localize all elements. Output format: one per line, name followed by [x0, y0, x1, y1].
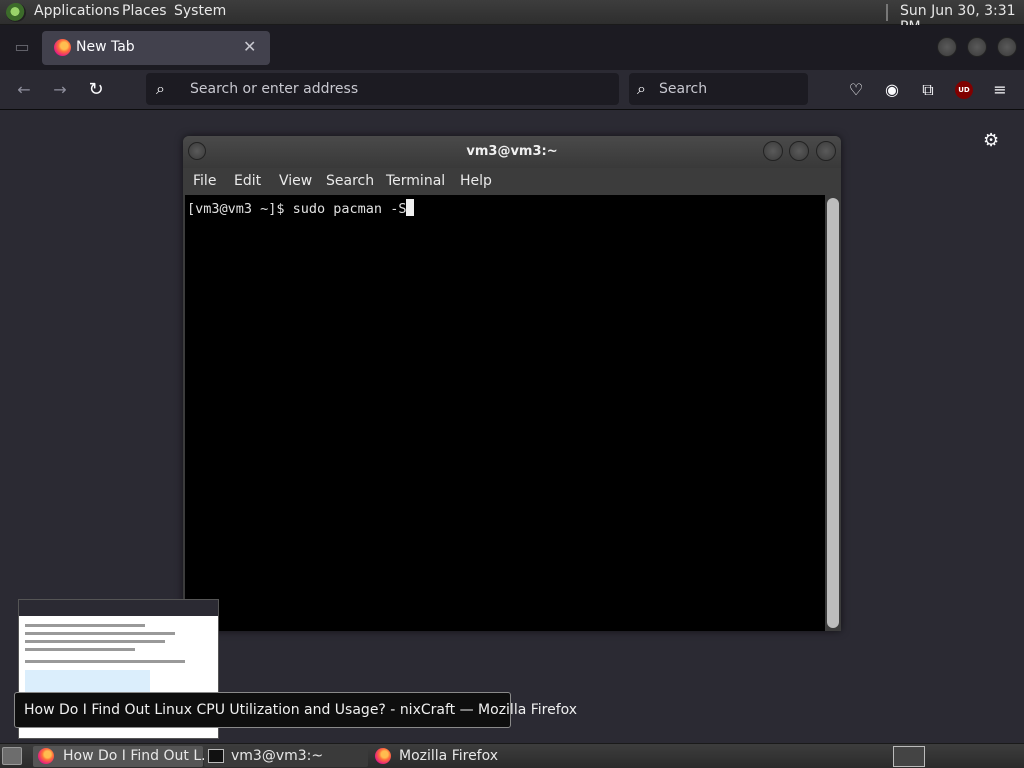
ublock-icon[interactable]: UD	[955, 81, 973, 99]
panel-handle	[886, 4, 888, 21]
workspace-switcher[interactable]	[893, 746, 925, 767]
taskbar-item-terminal[interactable]: vm3@vm3:~	[204, 746, 368, 767]
settings-gear-icon[interactable]: ⚙	[983, 130, 999, 151]
menu-places[interactable]: Places	[122, 3, 167, 19]
window-maximize-button[interactable]	[967, 37, 987, 57]
taskbar-label: vm3@vm3:~	[231, 748, 324, 764]
menu-help[interactable]: Help	[460, 173, 492, 189]
terminal-menubar: File Edit View Search Terminal Help	[183, 168, 841, 194]
back-icon[interactable]: ←	[12, 78, 36, 102]
account-icon[interactable]: ◉	[880, 78, 904, 102]
window-tooltip: How Do I Find Out Linux CPU Utilization …	[14, 692, 577, 728]
taskbar-label: Mozilla Firefox	[399, 748, 499, 764]
menu-view[interactable]: View	[279, 173, 312, 189]
firefox-icon	[54, 39, 71, 56]
search-icon: ⌕	[637, 79, 646, 98]
tooltip-text: How Do I Find Out Linux CPU Utilization …	[24, 702, 578, 718]
tab-title: New Tab	[76, 39, 135, 55]
window-minimize-button[interactable]	[937, 37, 957, 57]
window-close-button[interactable]	[997, 37, 1017, 57]
bottom-panel: How Do I Find Out L... vm3@vm3:~ Mozilla…	[0, 743, 1024, 768]
app-menu-icon[interactable]: ≡	[988, 78, 1012, 102]
menu-edit[interactable]: Edit	[234, 173, 261, 189]
menu-terminal[interactable]: Terminal	[386, 173, 445, 189]
terminal-window[interactable]: vm3@vm3:~ File Edit View Search Terminal…	[183, 136, 841, 631]
menu-file[interactable]: File	[193, 173, 216, 189]
terminal-line: [vm3@vm3 ~]$ sudo pacman -S	[187, 199, 415, 217]
thumbnail-note-box	[25, 670, 150, 692]
top-panel: Applications Places System Sun Jun 30, 3…	[0, 0, 1024, 35]
menu-system[interactable]: System	[174, 3, 226, 19]
terminal-close-button[interactable]	[816, 141, 836, 161]
url-placeholder: Search or enter address	[190, 81, 359, 97]
thumbnail-line	[25, 624, 145, 627]
menu-applications[interactable]: Applications	[34, 3, 120, 19]
thumbnail-line	[25, 640, 165, 643]
taskbar-item-firefox-nixcraft[interactable]: How Do I Find Out L...	[33, 746, 214, 767]
tab-overview-icon[interactable]: ▭	[10, 35, 34, 59]
reload-icon[interactable]: ↻	[84, 78, 108, 102]
search-icon: ⌕	[156, 79, 165, 98]
extensions-icon[interactable]: ⧉	[916, 78, 940, 102]
firefox-icon	[38, 748, 54, 764]
search-placeholder: Search	[659, 81, 708, 97]
search-bar[interactable]: ⌕ Search	[629, 73, 808, 105]
terminal-prompt: [vm3@vm3 ~]$ sudo pacman -S	[187, 201, 407, 217]
url-bar[interactable]: ⌕ Search or enter address	[146, 73, 619, 105]
terminal-title: vm3@vm3:~	[466, 144, 558, 159]
thumbnail-line	[25, 648, 135, 651]
menu-search[interactable]: Search	[326, 173, 374, 189]
taskbar-item-firefox[interactable]: Mozilla Firefox	[370, 746, 540, 767]
thumbnail-line	[25, 632, 175, 635]
terminal-icon	[208, 749, 224, 763]
thumbnail-line	[25, 660, 185, 663]
show-desktop-icon[interactable]	[2, 747, 22, 765]
terminal-scrollbar[interactable]	[827, 198, 839, 628]
terminal-titlebar[interactable]: vm3@vm3:~	[183, 136, 841, 168]
terminal-screen[interactable]: [vm3@vm3 ~]$ sudo pacman -S	[185, 195, 825, 631]
terminal-maximize-button[interactable]	[789, 141, 809, 161]
terminal-minimize-button[interactable]	[763, 141, 783, 161]
taskbar-label: How Do I Find Out L...	[63, 748, 215, 764]
text-cursor	[406, 199, 415, 216]
tab-new-tab[interactable]: New Tab ✕	[42, 31, 270, 65]
distro-logo-icon[interactable]	[6, 3, 26, 22]
forward-icon[interactable]: →	[48, 78, 72, 102]
thumbnail-tabbar	[19, 600, 218, 616]
close-tab-icon[interactable]: ✕	[243, 37, 256, 56]
pocket-icon[interactable]: ♡	[844, 78, 868, 102]
firefox-icon	[375, 748, 391, 764]
